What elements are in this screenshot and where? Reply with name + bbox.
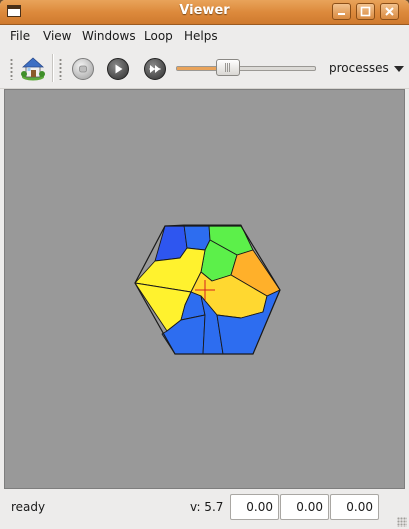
viewer-window: Viewer File View Windows Loop Helps proc…: [0, 0, 409, 529]
resize-grip-icon[interactable]: [397, 517, 407, 527]
coord-x-field[interactable]: 0.00: [230, 494, 279, 520]
home-icon[interactable]: [20, 55, 46, 81]
stop-icon[interactable]: [72, 58, 94, 80]
menu-bar: File View Windows Loop Helps: [0, 25, 409, 47]
menu-view[interactable]: View: [43, 29, 71, 43]
toolbar-separator: [52, 54, 54, 82]
menu-file[interactable]: File: [10, 29, 30, 43]
status-bar: ready v: 5.7 0.00 0.00 0.00: [0, 490, 409, 529]
menu-loop[interactable]: Loop: [144, 29, 173, 43]
play-icon[interactable]: [107, 58, 129, 80]
menu-helps[interactable]: Helps: [184, 29, 218, 43]
menu-windows[interactable]: Windows: [82, 29, 136, 43]
render-viewport[interactable]: [4, 89, 405, 489]
close-icon[interactable]: [380, 3, 399, 20]
chevron-down-icon[interactable]: [394, 66, 404, 72]
step-icon[interactable]: [144, 58, 166, 80]
toolbar-grip-icon[interactable]: [10, 58, 13, 80]
status-text: ready: [11, 500, 46, 514]
toolbar-grip-icon[interactable]: [59, 58, 62, 80]
title-bar[interactable]: Viewer: [0, 0, 409, 25]
process-combo-value[interactable]: processes: [329, 61, 389, 75]
slider-thumb[interactable]: [215, 59, 240, 76]
toolbar: processes: [0, 48, 409, 89]
coord-y-field[interactable]: 0.00: [280, 494, 329, 520]
speed-slider[interactable]: [176, 66, 316, 71]
version-label: v: 5.7: [190, 500, 224, 514]
minimize-icon[interactable]: [332, 3, 351, 20]
maximize-icon[interactable]: [356, 3, 375, 20]
voronoi-cell-blue: [183, 224, 211, 251]
coord-z-field[interactable]: 0.00: [330, 494, 379, 520]
